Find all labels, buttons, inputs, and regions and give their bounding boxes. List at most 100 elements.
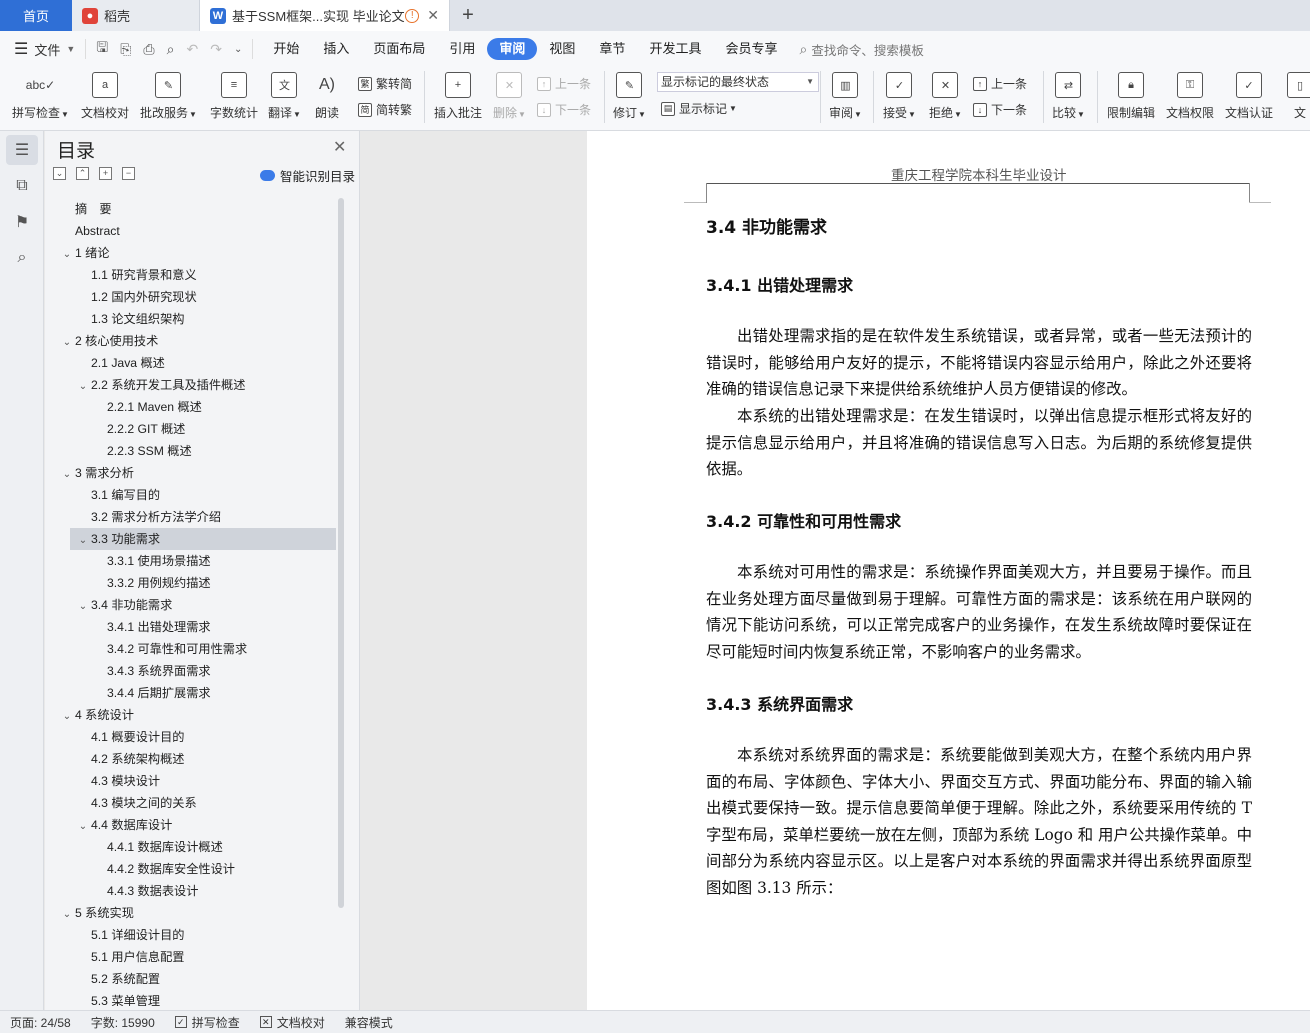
menu-tab[interactable]: 视图 bbox=[537, 38, 587, 60]
redo-icon[interactable]: ↷ bbox=[210, 41, 222, 58]
doc-cert-button[interactable]: ✓ 文档认证 bbox=[1225, 72, 1273, 121]
tab-daoke[interactable]: ● 稻壳 bbox=[72, 0, 200, 31]
customize-qat-icon[interactable]: ⌄ bbox=[234, 44, 242, 55]
toc-item[interactable]: 3.4.4 后期扩展需求 bbox=[91, 682, 211, 704]
toc-item[interactable]: 3.3.1 使用场景描述 bbox=[91, 550, 211, 572]
toc-item[interactable]: ⌄ 4 系统设计 bbox=[59, 704, 134, 726]
delete-comment-button[interactable]: ✕ 删除▼ bbox=[493, 72, 526, 121]
chevron-down-icon[interactable]: ⌄ bbox=[75, 596, 91, 618]
toc-scrollbar[interactable] bbox=[338, 198, 344, 908]
chevron-down-icon[interactable]: ⌄ bbox=[59, 464, 75, 486]
toc-item[interactable]: 4.4.1 数据库设计概述 bbox=[91, 836, 223, 858]
toc-item[interactable]: 3.3.2 用例规约描述 bbox=[91, 572, 211, 594]
toc-item[interactable]: 4.3 模块设计 bbox=[75, 770, 160, 792]
undo-icon[interactable]: ↶ bbox=[186, 41, 198, 58]
menu-tab[interactable]: 插入 bbox=[311, 38, 361, 60]
word-count-button[interactable]: ≡ 字数统计 bbox=[210, 72, 258, 121]
toc-item[interactable]: ⌄ 3 需求分析 bbox=[59, 462, 134, 484]
next-change-button[interactable]: ↓ 下一条 bbox=[973, 101, 1027, 118]
next-comment-button[interactable]: ↓ 下一条 bbox=[537, 101, 591, 118]
restrict-edit-button[interactable]: 🔒︎ 限制编辑 bbox=[1107, 72, 1155, 121]
toc-item[interactable]: ⌄ 3.4 非功能需求 bbox=[75, 594, 172, 616]
print-preview-icon[interactable]: ⌕ bbox=[167, 41, 175, 58]
word-count-indicator[interactable]: 字数: 15990 bbox=[81, 1014, 165, 1031]
file-menu[interactable]: ☰ 文件 ▼ bbox=[0, 39, 85, 59]
menu-tab[interactable]: 页面布局 bbox=[361, 38, 437, 60]
toc-item[interactable]: ⌄ 4.4 数据库设计 bbox=[75, 814, 172, 836]
find-icon[interactable]: ⌕ bbox=[6, 243, 38, 273]
toc-item[interactable]: 3.2 需求分析方法学介绍 bbox=[75, 506, 221, 528]
doc-proof-toggle[interactable]: ✕ 文档校对 bbox=[250, 1014, 335, 1031]
toc-item[interactable]: 4.1 概要设计目的 bbox=[75, 726, 184, 748]
toc-item[interactable]: 1.2 国内外研究现状 bbox=[75, 286, 197, 308]
toc-item[interactable]: 5.2 系统配置 bbox=[75, 968, 160, 990]
menu-tab[interactable]: 开始 bbox=[261, 38, 311, 60]
show-markup-button[interactable]: ▤ 显示标记 ▼ bbox=[661, 100, 737, 117]
toc-item[interactable]: 2.2.3 SSM 概述 bbox=[91, 440, 192, 462]
prev-change-button[interactable]: ↑ 上一条 bbox=[973, 75, 1027, 92]
toc-item[interactable]: 3.4.2 可靠性和可用性需求 bbox=[91, 638, 247, 660]
read-aloud-button[interactable]: A) 朗读 bbox=[314, 72, 340, 121]
trad-to-simp-button[interactable]: 繁繁转简 bbox=[358, 75, 412, 92]
annotation-service-button[interactable]: ✎ 批改服务▼ bbox=[140, 72, 197, 121]
new-tab-button[interactable]: + bbox=[450, 0, 486, 31]
navigation-pane-icon[interactable]: ⧉ bbox=[6, 171, 38, 201]
toc-item[interactable]: 3.4.1 出错处理需求 bbox=[91, 616, 211, 638]
page-indicator[interactable]: 页面: 24/58 bbox=[0, 1014, 81, 1031]
tab-home[interactable]: 首页 bbox=[0, 0, 72, 31]
toc-item[interactable]: 5.1 用户信息配置 bbox=[75, 946, 184, 968]
prev-comment-button[interactable]: ↑ 上一条 bbox=[537, 75, 591, 92]
chevron-down-icon[interactable]: ⌄ bbox=[59, 904, 75, 926]
translate-button[interactable]: 文 翻译▼ bbox=[268, 72, 301, 121]
spell-check-toggle[interactable]: ✓ 拼写检查 bbox=[165, 1014, 250, 1031]
menu-tab[interactable]: 章节 bbox=[587, 38, 637, 60]
chevron-down-icon[interactable]: ⌄ bbox=[59, 244, 75, 266]
close-pane-icon[interactable]: ✕ bbox=[333, 137, 346, 157]
command-search[interactable]: ⌕ 查找命令、搜索模板 bbox=[799, 40, 923, 59]
bookmark-icon[interactable]: ⚑ bbox=[6, 207, 38, 237]
collapse-all-icon[interactable]: ⌃ bbox=[76, 167, 89, 180]
add-heading-icon[interactable]: + bbox=[99, 167, 112, 180]
print-icon[interactable]: ⎙ bbox=[143, 41, 154, 58]
toc-item[interactable]: Abstract bbox=[59, 220, 120, 242]
toc-item[interactable]: 5.3 菜单管理 bbox=[75, 990, 160, 1006]
toc-item[interactable]: 4.3 模块之间的关系 bbox=[75, 792, 197, 814]
more-ribbon-button[interactable]: ▯ 文 bbox=[1287, 72, 1310, 121]
toc-item[interactable]: ⌄ 3.3 功能需求 bbox=[75, 528, 160, 550]
menu-tab[interactable]: 审阅 bbox=[487, 38, 538, 60]
chevron-down-icon[interactable]: ⌄ bbox=[59, 332, 75, 354]
toc-item[interactable]: 摘 要 bbox=[59, 198, 112, 220]
toc-item[interactable]: 3.4.3 系统界面需求 bbox=[91, 660, 211, 682]
insert-comment-button[interactable]: + 插入批注 bbox=[434, 72, 482, 121]
toc-item[interactable]: 4.4.3 数据表设计 bbox=[91, 880, 198, 902]
simp-to-trad-button[interactable]: 简简转繁 bbox=[358, 101, 412, 118]
menu-tab[interactable]: 开发工具 bbox=[637, 38, 713, 60]
tab-document[interactable]: W 基于SSM框架...实现 毕业论文 ! ✕ bbox=[200, 0, 450, 31]
toc-item[interactable]: ⌄ 1 绪论 bbox=[59, 242, 110, 264]
expand-all-icon[interactable]: ⌄ bbox=[53, 167, 66, 180]
toc-item[interactable]: ⌄ 2.2 系统开发工具及插件概述 bbox=[75, 374, 246, 398]
document-page[interactable]: 重庆工程学院本科生毕业设计 3.4 非功能需求 3.4.1 出错处理需求 出错处… bbox=[587, 131, 1310, 1010]
chevron-down-icon[interactable]: ⌄ bbox=[59, 706, 75, 728]
toc-item[interactable]: 3.1 编写目的 bbox=[75, 484, 160, 506]
toc-item[interactable]: 1.3 论文组织架构 bbox=[75, 308, 184, 330]
toc-item[interactable]: 2.2.1 Maven 概述 bbox=[91, 396, 202, 418]
doc-proof-button[interactable]: a 文档校对 bbox=[81, 72, 129, 121]
chevron-down-icon[interactable]: ⌄ bbox=[75, 376, 91, 398]
menu-tab[interactable]: 引用 bbox=[437, 38, 487, 60]
remove-heading-icon[interactable]: − bbox=[122, 167, 135, 180]
track-changes-button[interactable]: ✎ 修订▼ bbox=[613, 72, 646, 121]
reject-button[interactable]: ✕ 拒绝▼ bbox=[929, 72, 962, 121]
smart-toc-button[interactable]: 智能识别目录 bbox=[260, 166, 355, 185]
markup-state-select[interactable]: 显示标记的最终状态 ▼ bbox=[657, 72, 819, 92]
doc-rights-button[interactable]: ⚿ 文档权限 bbox=[1166, 72, 1214, 121]
chevron-down-icon[interactable]: ⌄ bbox=[75, 816, 91, 838]
toc-item[interactable]: ⌄ 2 核心使用技术 bbox=[59, 330, 159, 354]
warning-icon[interactable]: ! bbox=[405, 8, 420, 23]
toc-item[interactable]: ⌄ 5 系统实现 bbox=[59, 902, 134, 924]
review-pane-button[interactable]: ▥ 审阅▼ bbox=[829, 72, 862, 121]
save-icon[interactable]: 🖫 bbox=[96, 37, 108, 61]
compare-button[interactable]: ⇄ 比较▼ bbox=[1052, 72, 1085, 121]
toc-item[interactable]: 5.1 详细设计目的 bbox=[75, 924, 184, 946]
accept-button[interactable]: ✓ 接受▼ bbox=[883, 72, 916, 121]
